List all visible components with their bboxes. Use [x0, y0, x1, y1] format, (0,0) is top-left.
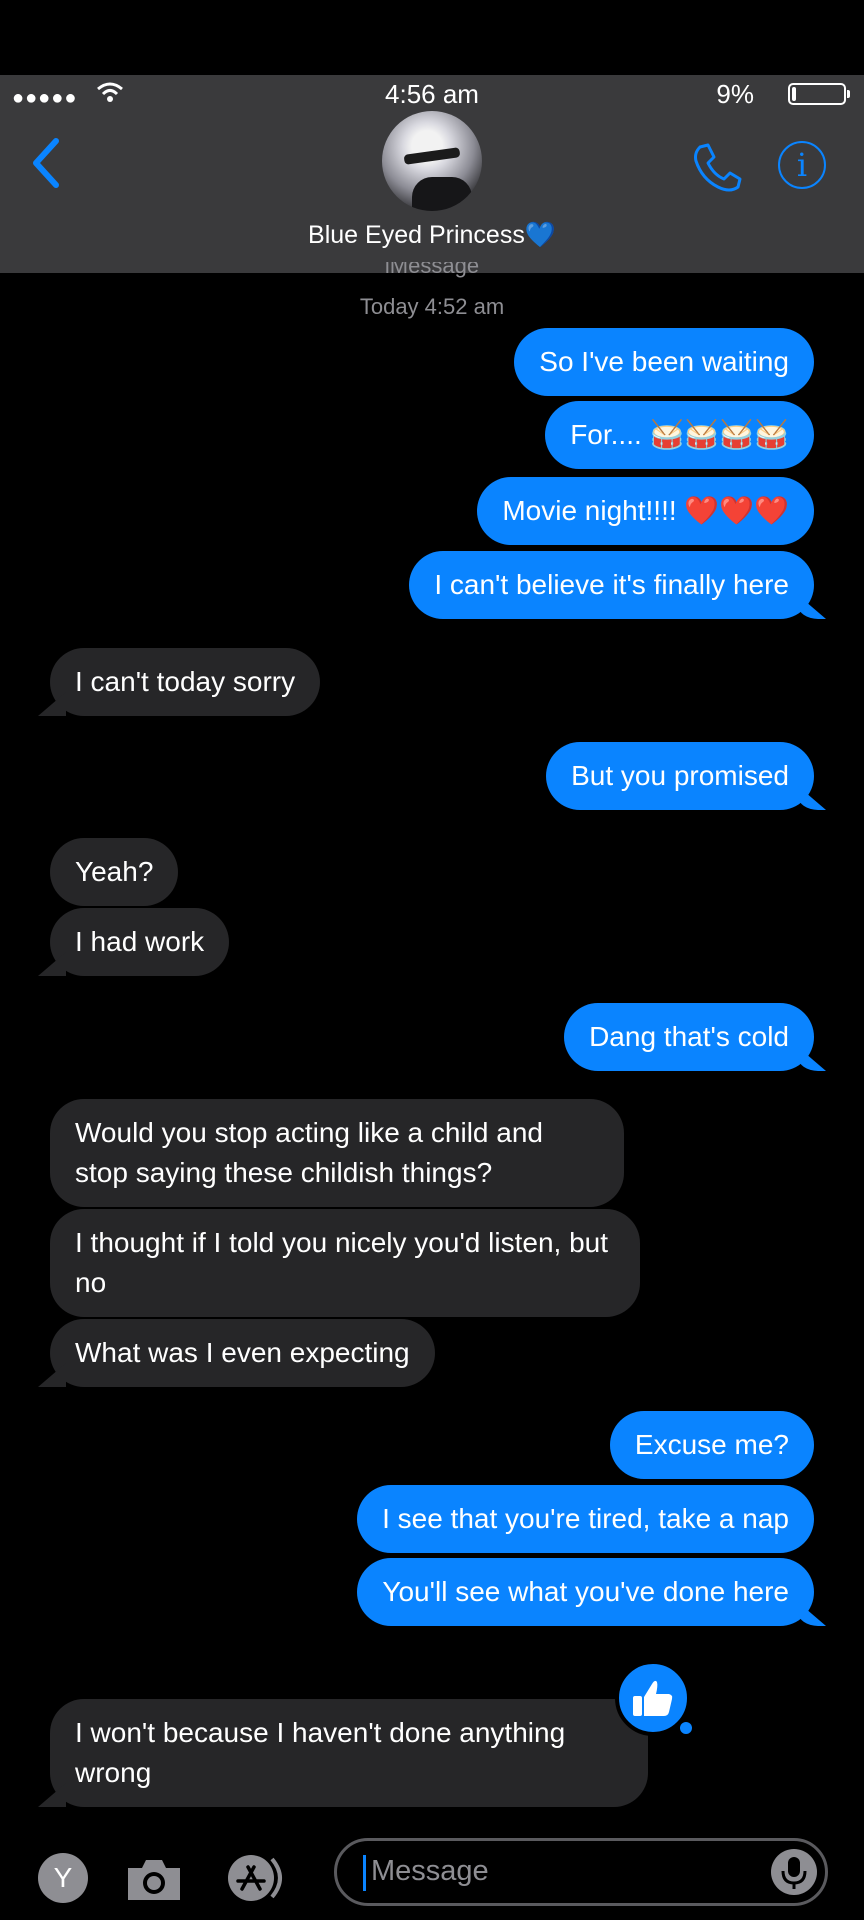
- sent-message[interactable]: Excuse me?: [609, 1411, 814, 1479]
- received-message[interactable]: I thought if I told you nicely you'd lis…: [50, 1209, 640, 1317]
- thumbs-up-icon: [633, 1680, 673, 1716]
- received-message[interactable]: Yeah?: [50, 838, 179, 906]
- received-message[interactable]: I won't because I haven't done anything …: [50, 1699, 648, 1807]
- sent-message[interactable]: You'll see what you've done here: [357, 1558, 814, 1626]
- message-placeholder: Message: [371, 1855, 489, 1887]
- received-message[interactable]: What was I even expecting: [50, 1319, 435, 1387]
- imessage-label: iMessage: [384, 262, 480, 278]
- sent-message[interactable]: I can't believe it's finally here: [409, 551, 814, 619]
- sent-message[interactable]: I see that you're tired, take a nap: [357, 1485, 814, 1553]
- sent-message[interactable]: So I've been waiting: [514, 328, 814, 396]
- received-message[interactable]: I had work: [50, 908, 230, 976]
- sent-message[interactable]: But you promised: [546, 742, 814, 810]
- microphone-icon: [781, 1857, 807, 1889]
- received-message[interactable]: I can't today sorry: [50, 648, 321, 716]
- app-store-icon[interactable]: [226, 1853, 292, 1903]
- text-cursor: [363, 1855, 366, 1891]
- y-app-button[interactable]: Y: [38, 1853, 88, 1903]
- sent-message[interactable]: For.... 🥁🥁🥁🥁: [545, 401, 814, 469]
- microphone-button[interactable]: [771, 1849, 817, 1895]
- sent-message[interactable]: Movie night!!!! ❤️❤️❤️: [477, 477, 814, 545]
- camera-icon[interactable]: [124, 1854, 184, 1904]
- message-input[interactable]: Message: [334, 1838, 828, 1906]
- thread-timestamp: Today 4:52 am: [359, 294, 505, 319]
- received-message[interactable]: Would you stop acting like a child and s…: [50, 1099, 624, 1207]
- sent-message[interactable]: Dang that's cold: [564, 1003, 814, 1071]
- message-composer: Y Message: [0, 1820, 864, 1920]
- tapback-tail: [680, 1722, 692, 1734]
- message-thread: iMessage Today 4:52 am So I've been wait…: [0, 0, 864, 1820]
